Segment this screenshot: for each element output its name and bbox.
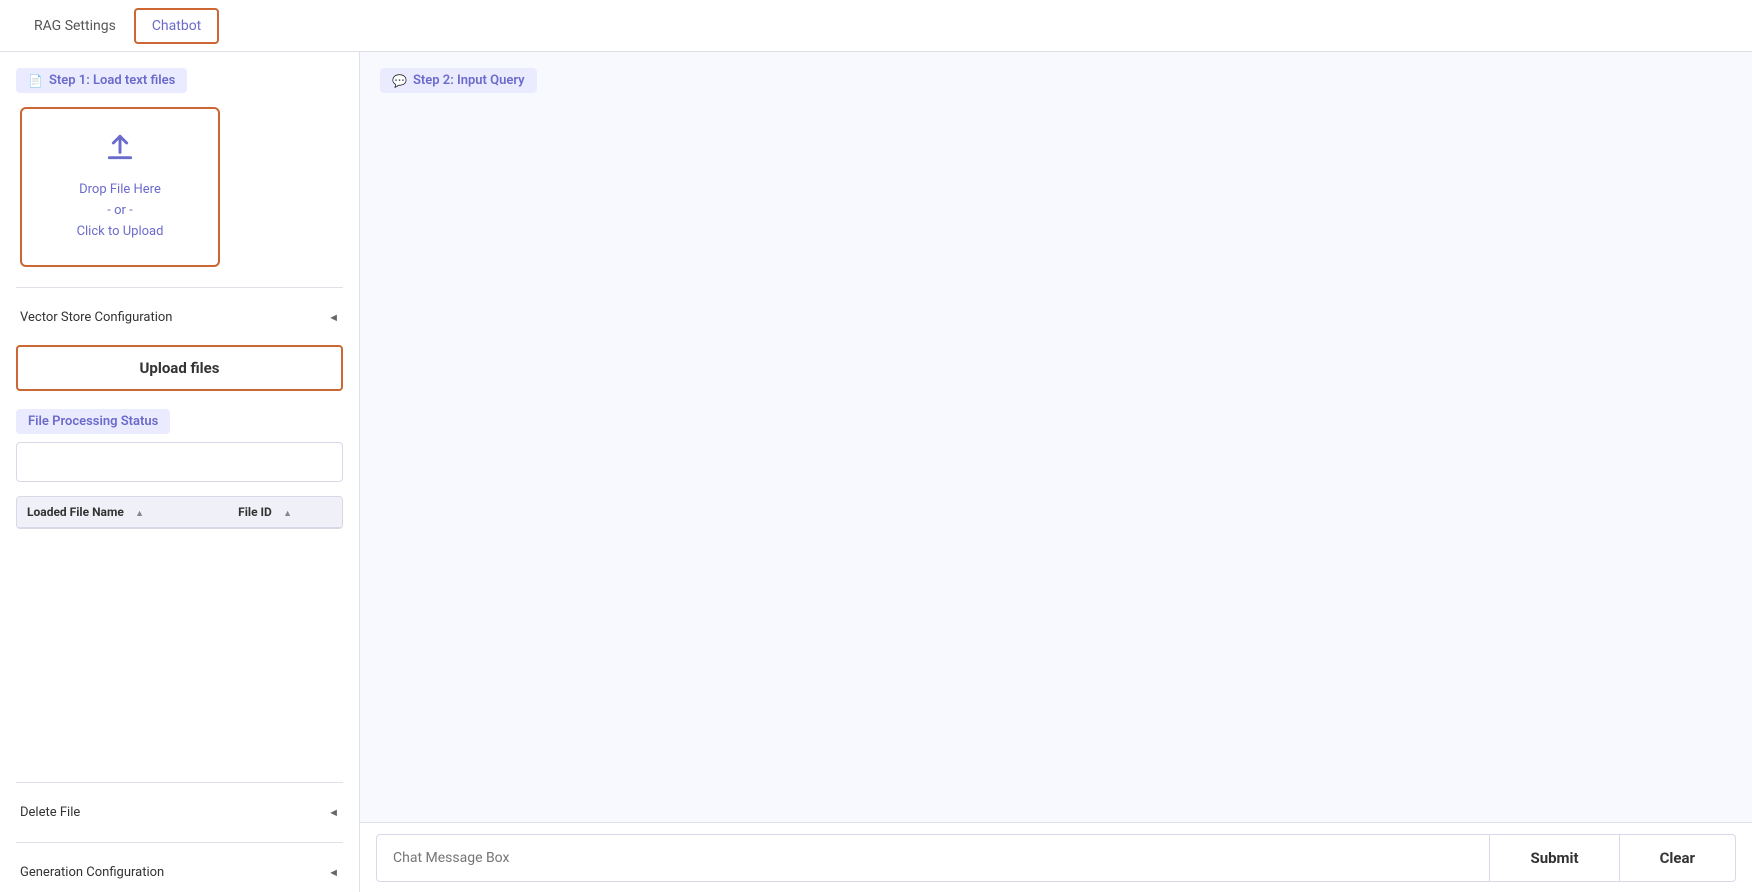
file-drop-zone[interactable]: Drop File Here - or - Click to Upload (20, 107, 220, 267)
step2-label: 💬 Step 2: Input Query (380, 68, 537, 93)
delete-file-arrow-icon: ◄ (328, 806, 339, 819)
drop-zone-text: Drop File Here - or - Click to Upload (77, 180, 164, 242)
sidebar: 📄 Step 1: Load text files Drop File Here… (0, 52, 360, 892)
upload-icon (104, 131, 136, 170)
sort-icon-filename: ▲ (135, 509, 144, 519)
vector-store-config-header[interactable]: Vector Store Configuration ◄ (16, 298, 343, 337)
column-header-filename[interactable]: Loaded File Name ▲ (17, 497, 228, 528)
chat-input-bar: Submit Clear (360, 822, 1752, 892)
loaded-files-table: Loaded File Name ▲ File ID ▲ (17, 497, 342, 528)
tab-rag-settings[interactable]: RAG Settings (16, 4, 134, 48)
chat-area: 💬 Step 2: Input Query Submit Clear (360, 52, 1752, 892)
table-header-row: Loaded File Name ▲ File ID ▲ (17, 497, 342, 528)
step1-text: Step 1: Load text files (49, 73, 175, 88)
step2-text: Step 2: Input Query (413, 73, 525, 88)
clear-button[interactable]: Clear (1620, 834, 1736, 882)
step2-icon: 💬 (392, 74, 407, 88)
generation-config-header[interactable]: Generation Configuration ◄ (16, 853, 343, 892)
step1-icon: 📄 (28, 74, 43, 88)
upload-files-button[interactable]: Upload files (16, 345, 343, 391)
step1-label: 📄 Step 1: Load text files (16, 68, 187, 93)
tab-chatbot[interactable]: Chatbot (134, 8, 219, 44)
top-navigation: RAG Settings Chatbot (0, 0, 1752, 52)
vector-store-config-label: Vector Store Configuration (20, 310, 172, 325)
chat-message-input[interactable] (376, 834, 1490, 882)
generation-config-arrow-icon: ◄ (328, 866, 339, 879)
chat-messages-area (360, 123, 1752, 822)
section-divider-3 (16, 842, 343, 843)
chat-header: 💬 Step 2: Input Query (360, 52, 1752, 123)
file-table-wrapper: Loaded File Name ▲ File ID ▲ (16, 496, 343, 529)
sort-icon-fileid: ▲ (283, 509, 292, 519)
section-divider-1 (16, 287, 343, 288)
generation-config-label: Generation Configuration (20, 865, 164, 880)
submit-button[interactable]: Submit (1490, 834, 1619, 882)
section-divider-2 (16, 782, 343, 783)
delete-file-label: Delete File (20, 805, 80, 820)
vector-store-arrow-icon: ◄ (328, 311, 339, 324)
file-processing-status-label: File Processing Status (16, 409, 170, 434)
table-scroll-container[interactable]: Loaded File Name ▲ File ID ▲ (17, 497, 342, 528)
delete-file-header[interactable]: Delete File ◄ (16, 793, 343, 832)
file-processing-status-box (16, 442, 343, 482)
column-header-fileid[interactable]: File ID ▲ (228, 497, 342, 528)
main-layout: 📄 Step 1: Load text files Drop File Here… (0, 52, 1752, 892)
